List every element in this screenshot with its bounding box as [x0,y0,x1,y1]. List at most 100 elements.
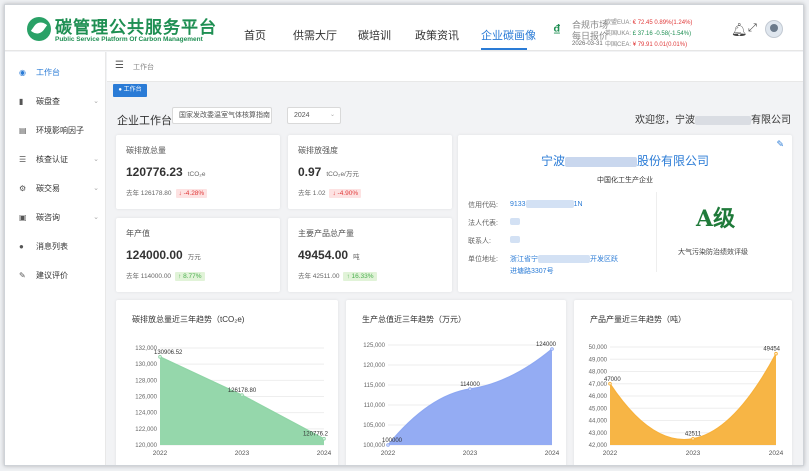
sidebar-item-messages[interactable]: ● 消息列表 [5,233,106,259]
x-tick-label: 2022 [603,450,618,457]
data-label: 114000 [460,382,480,388]
nav-policy[interactable]: 政策资讯 [415,27,459,43]
kpi-card-production: 主要产品总产量 49454.00 吨 去年 42511.00 ↑ 16.33% [288,218,452,292]
nav-home[interactable]: 首页 [244,27,266,43]
grade-label: 大气污染防治绩效评级 [678,249,748,256]
year-select[interactable]: 2024 ⌄ [287,107,341,124]
y-tick-label: 125,000 [363,343,385,349]
kpi-card-intensity: 碳排放强度 0.97 tCO₂e/万元 去年 1.02 ↓ -4.90% [288,135,452,209]
x-tick-label: 2023 [235,450,250,457]
x-tick-label: 2024 [545,450,560,457]
active-nav-underline [481,48,527,50]
bar-chart-icon: ▮ [19,96,24,106]
kpi-card-output-value: 年产值 124000.00 万元 去年 114000.00 ↑ 8.77% [116,218,280,292]
change-badge: ↓ -4.28% [175,189,208,198]
data-point [774,351,778,356]
nav-carbon-profile[interactable]: 企业碳画像 [481,27,536,43]
output-value-trend-chart: 100,000105,000110,000115,000120,000125,0… [363,342,560,457]
checklist-icon: ☰ [19,154,27,164]
sidebar-item-feedback[interactable]: ✎ 建议评价 [5,262,106,288]
y-tick-label: 115,000 [364,383,386,389]
data-point [608,381,612,386]
data-label: 100000 [382,438,403,444]
avatar[interactable] [765,20,783,38]
list-icon: ▤ [19,125,27,135]
divider [656,192,657,272]
y-tick-label: 48,000 [589,370,608,376]
edit-icon[interactable]: ✎ [776,139,784,150]
chat-icon: ● [19,241,24,251]
leaf-logo-icon [27,17,51,41]
message-icon: ▣ [19,212,27,222]
chevron-down-icon: ⌄ [93,98,99,105]
company-card: ✎ 宁波 股份有限公司 中国化工生产企业 信用代码: 9133 1N 法人代表: 联… [458,135,792,292]
sidebar: ◉ 工作台 ▮ 碳盘查 ⌄ ▤ 环境影响因子 ☰ 核查认证 ⌄ ⚙ 碳交易 ⌄ ▣ 碳咨询 ⌄ ● 消… [5,52,106,465]
y-tick-label: 130,000 [135,362,157,368]
y-tick-label: 49,000 [589,357,608,363]
sidebar-item-verification[interactable]: ☰ 核查认证 ⌄ [5,146,106,172]
edit-icon: ✎ [19,270,26,280]
chevron-down-icon: ⌄ [93,214,99,221]
production-trend-chart: 42,00043,00044,00045,00046,00047,00048,0… [589,345,784,457]
data-label: 120776.2 [303,432,329,438]
sidebar-item-carbon-inventory[interactable]: ▮ 碳盘查 ⌄ [5,88,106,114]
price-cea: 中国CEA: ¥ 79.91 0.01(0.01%) [605,42,688,48]
y-tick-label: 120,000 [363,363,385,369]
y-tick-label: 42,000 [589,443,608,449]
data-label: 47000 [604,377,621,383]
tag-workbench[interactable]: ● 工作台 [113,84,147,97]
x-tick-label: 2023 [463,450,478,457]
fullscreen-icon[interactable]: ⤢ [748,22,757,35]
sidebar-item-env-factors[interactable]: ▤ 环境影响因子 [5,117,106,143]
company-address: 浙江省宁 开发区跃 [510,255,618,264]
top-header: 碳管理公共服务平台 Public Service Platform Of Car… [5,5,803,51]
x-tick-label: 2024 [769,450,784,457]
x-tick-label: 2024 [317,450,332,457]
standard-select[interactable]: 国家发改委温室气体核算指南 ⌄ [172,107,272,124]
y-tick-label: 46,000 [589,394,608,400]
change-badge: ↑ 16.33% [343,272,377,281]
gear-icon: ⚙ [19,183,27,193]
data-label: 130906.52 [154,350,183,356]
redacted-block [565,156,637,167]
bell-icon[interactable]: 🔔︎ [731,22,748,38]
data-point [386,443,390,447]
price-eua: 欧盟EUA: € 72.45 0.89%(1.24%) [605,20,693,26]
welcome-text: 欢迎您，宁波 有限公司 [635,115,791,126]
change-badge: ↑ 8.77% [175,272,205,281]
chevron-down-icon: ⌄ [260,112,266,118]
menu-toggle-icon[interactable]: ☰ [115,60,124,71]
y-tick-label: 124,000 [135,411,157,417]
chart-card-emissions: 碳排放总量近三年趋势（tCO₂e) 120,000 122,000 124,000 1… [116,300,338,465]
chart-card-production: 产品产量近三年趋势（吨） 42,000 43,000 44,000 45,000 46,… [574,300,792,465]
data-label: 42511 [685,432,702,438]
y-tick-label: 50,000 [589,345,608,351]
redacted-block [695,115,751,125]
company-industry: 中国化工生产企业 [597,177,653,184]
sidebar-item-consulting[interactable]: ▣ 碳咨询 ⌄ [5,204,106,230]
chevron-down-icon: ⌄ [93,156,99,163]
x-tick-label: 2023 [686,450,701,457]
series-area [160,356,324,445]
y-tick-label: 128,000 [135,378,157,384]
nav-training[interactable]: 碳培训 [358,27,391,43]
chevron-down-icon: ⌄ [329,112,335,118]
credit-code: 9133 1N [510,200,583,208]
change-badge: ↓ -4.90% [329,189,362,198]
sidebar-item-workbench[interactable]: ◉ 工作台 [5,59,106,85]
legal-rep [510,218,520,225]
market-date: 2026-03-31 [572,41,603,47]
y-tick-label: 110,000 [364,403,386,409]
breadcrumb: 工作台 [133,64,154,71]
data-point [158,355,162,359]
nav-market-hall[interactable]: 供需大厅 [293,27,337,43]
brand-subtitle: Public Service Platform Of Carbon Manage… [55,36,203,43]
y-tick-label: 126,000 [135,395,157,401]
y-tick-label: 120,000 [135,443,157,449]
y-tick-label: 44,000 [589,419,608,425]
price-uka: 英国UKA: £ 37.16 -0.58(-1.54%) [605,31,692,37]
grade-value: A级 [696,206,736,232]
data-point [322,436,326,441]
data-label: 126178.80 [228,388,257,394]
sidebar-item-carbon-trading[interactable]: ⚙ 碳交易 ⌄ [5,175,106,201]
